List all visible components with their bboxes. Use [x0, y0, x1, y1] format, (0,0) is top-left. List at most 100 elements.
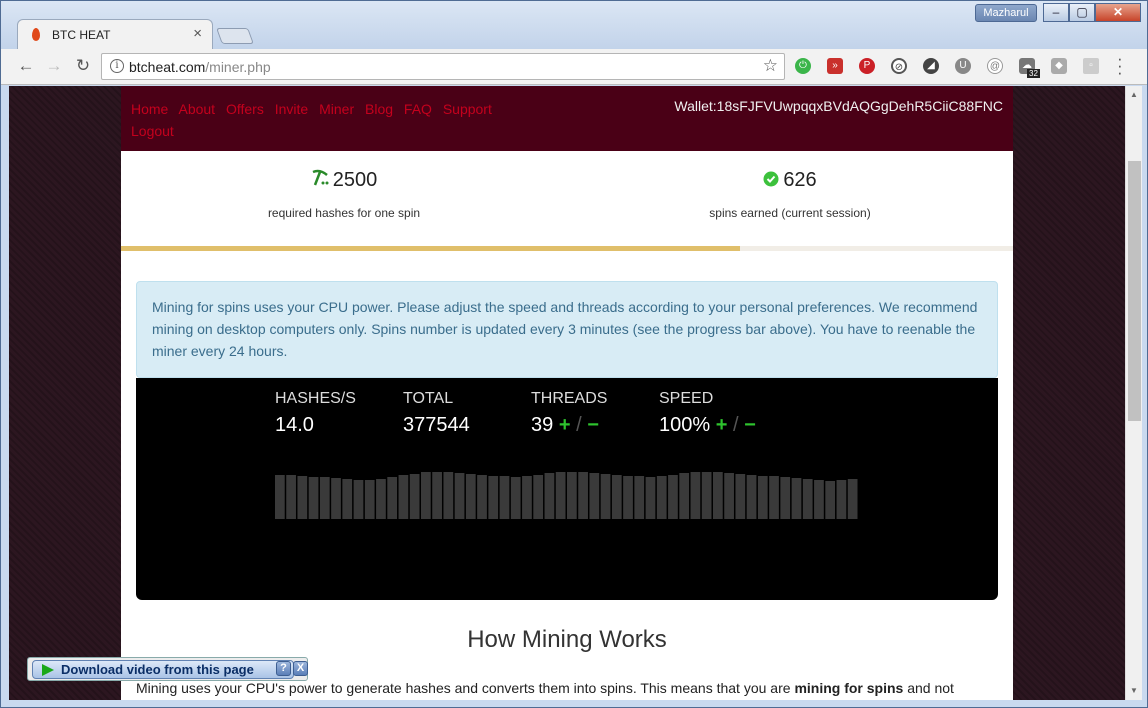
hashrate-bar: [297, 476, 308, 519]
hashrate-bar: [342, 479, 353, 519]
url-text: btcheat.com/miner.php: [129, 59, 271, 75]
hashrate-bar: [578, 472, 588, 519]
help-button[interactable]: ?: [276, 661, 291, 676]
green-extension-icon[interactable]: ⏻: [795, 58, 811, 74]
nav-logout[interactable]: Logout: [131, 123, 174, 139]
reload-icon[interactable]: ↻: [72, 56, 94, 76]
at-icon[interactable]: @: [987, 58, 1003, 74]
nav-about[interactable]: About: [178, 101, 215, 117]
hashrate-bar: [533, 475, 544, 519]
block-icon[interactable]: ⊘: [891, 58, 907, 74]
spins-earned-stat: 626 spins earned (current session): [709, 169, 871, 220]
vertical-scrollbar[interactable]: ▲ ▼: [1125, 86, 1142, 700]
compass-icon[interactable]: ◢: [923, 58, 939, 74]
bookmark-star-icon[interactable]: ☆: [763, 56, 778, 76]
threads-control: THREADS 39 + / −: [531, 390, 608, 436]
browser-tab[interactable]: BTC HEAT ×: [17, 19, 213, 49]
threads-plus-button[interactable]: +: [559, 414, 571, 436]
hashrate-bar: [780, 477, 791, 519]
hashrate-bar: [286, 475, 296, 519]
minimize-button[interactable]: ‒: [1043, 3, 1069, 22]
hashrate-bar: [668, 475, 678, 519]
tab-close-icon[interactable]: ×: [193, 25, 202, 42]
miner-panel: HASHES/S 14.0 TOTAL 377544 THREADS 39 + …: [136, 378, 998, 600]
hashrate-bar: [757, 476, 768, 519]
speed-minus-button[interactable]: −: [744, 414, 756, 436]
hashrate-bar: [802, 479, 813, 519]
page-viewport: Home About Offers Invite Miner Blog FAQ …: [9, 86, 1125, 700]
hashes-per-second: HASHES/S 14.0: [275, 390, 356, 436]
hashrate-bar: [836, 480, 847, 519]
hashrate-bar: [567, 472, 577, 519]
pinterest-icon[interactable]: P: [859, 58, 875, 74]
hashrate-bar: [701, 472, 712, 519]
spin-progress-fill: [121, 246, 741, 251]
hashrate-bar: [589, 473, 600, 519]
scroll-up-icon[interactable]: ▲: [1130, 90, 1138, 99]
hashrate-bar: [477, 475, 487, 519]
hashrate-bar: [544, 473, 555, 519]
hashrate-bar: [465, 474, 476, 519]
fast-forward-extension-icon[interactable]: »: [827, 58, 843, 74]
hashrate-bar: [432, 472, 442, 519]
info-alert: Mining for spins uses your CPU power. Pl…: [136, 281, 998, 378]
page-container: Home About Offers Invite Miner Blog FAQ …: [121, 86, 1013, 700]
hashrate-bar: [724, 473, 734, 519]
hashrate-bar: [645, 477, 656, 519]
hashrate-bar: [454, 473, 465, 519]
info-icon[interactable]: i: [110, 59, 124, 73]
browser-window: BTC HEAT × Mazharul ‒ ▢ ✕ ← → ↻ i btchea…: [0, 0, 1148, 708]
hashrate-bar: [409, 474, 420, 519]
nav-invite[interactable]: Invite: [275, 101, 308, 117]
address-bar[interactable]: i btcheat.com/miner.php ☆: [101, 53, 785, 80]
hashrate-bar: [746, 475, 757, 519]
hashrate-bar: [398, 475, 409, 519]
hashrate-bar: [555, 472, 566, 519]
hashrate-bar: [634, 476, 645, 519]
hashrate-bar: [488, 476, 499, 519]
wallet-address: 18sFJFVUwpqqxBVdAQGgDehR5CiiC88FNC: [716, 98, 1003, 114]
hashrate-bar: [364, 480, 375, 519]
scroll-down-icon[interactable]: ▼: [1130, 686, 1138, 695]
nav-support[interactable]: Support: [443, 101, 492, 117]
hashrate-bar: [421, 472, 431, 519]
close-window-button[interactable]: ✕: [1095, 3, 1141, 22]
how-mining-works-heading: How Mining Works: [467, 626, 667, 653]
hashrate-bar: [376, 479, 386, 519]
hashrate-bar: [499, 476, 510, 519]
threads-minus-button[interactable]: −: [587, 414, 599, 436]
scrollbar-thumb[interactable]: [1128, 161, 1141, 421]
hashrate-bar: [679, 473, 690, 519]
window-controls: ‒ ▢ ✕: [1043, 3, 1141, 23]
maximize-button[interactable]: ▢: [1069, 3, 1095, 22]
hashrate-bar: [387, 477, 398, 519]
required-hashes-stat: 2500 required hashes for one spin: [267, 169, 421, 220]
download-video-button[interactable]: Download video from this page: [32, 660, 294, 679]
menu-kebab-icon[interactable]: · · ·: [1117, 50, 1123, 81]
speed-plus-button[interactable]: +: [716, 414, 728, 436]
square-extension-icon[interactable]: ▫: [1083, 58, 1099, 74]
hashrate-bar: [656, 476, 667, 519]
u-extension-icon[interactable]: U: [955, 58, 971, 74]
hashrate-bar: [769, 476, 779, 519]
cube-icon[interactable]: ◆: [1051, 58, 1067, 74]
nav-faq[interactable]: FAQ: [404, 101, 432, 117]
play-icon: [42, 664, 54, 676]
nav-offers[interactable]: Offers: [226, 101, 264, 117]
forward-arrow-icon[interactable]: →: [43, 56, 65, 76]
hashrate-bar: [690, 472, 701, 519]
hashrate-bar: [353, 480, 364, 519]
close-bar-button[interactable]: X: [293, 661, 308, 676]
browser-toolbar: ← → ↻ i btcheat.com/miner.php ☆ ⏻ » P ⊘ …: [1, 49, 1147, 85]
nav-blog[interactable]: Blog: [365, 101, 393, 117]
nav-home[interactable]: Home: [131, 101, 168, 117]
profile-badge[interactable]: Mazharul: [975, 4, 1037, 22]
new-tab-button[interactable]: [216, 28, 254, 44]
hashrate-bar: [510, 477, 521, 519]
pickaxe-icon: [312, 169, 329, 186]
nav-miner[interactable]: Miner: [319, 101, 354, 117]
total-hashes: TOTAL 377544: [403, 390, 470, 436]
back-arrow-icon[interactable]: ←: [15, 56, 37, 76]
hashrate-bar: [713, 472, 723, 519]
hashrate-bar: [623, 476, 633, 519]
